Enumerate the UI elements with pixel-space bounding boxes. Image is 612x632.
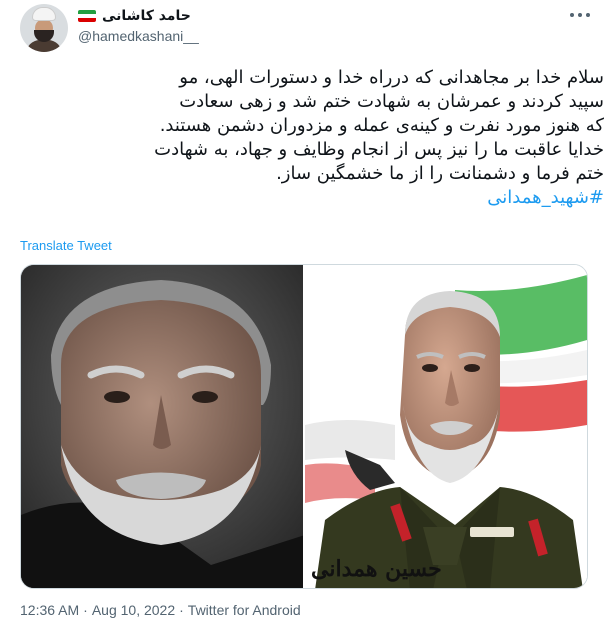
tweet-line: سپید کردند و عمرشان به شهادت ختم شد و زه… <box>179 91 604 112</box>
tweet-time[interactable]: 12:36 AM <box>20 602 79 618</box>
tweet-line: خدایا عاقبت ما را نیز پس از انجام وظایف … <box>154 139 604 160</box>
media-grid: حسین همدانی <box>20 264 588 589</box>
photo-signature: حسین همدانی <box>311 556 442 582</box>
portrait-left-image <box>21 265 303 588</box>
iran-flag-icon <box>78 10 96 22</box>
portrait-right-image <box>305 265 587 588</box>
more-horizontal-icon[interactable] <box>570 8 590 22</box>
tweet-date[interactable]: Aug 10, 2022 <box>92 602 175 618</box>
photo-left[interactable] <box>21 265 305 588</box>
tweet-line: ختم فرما و دشمنانت را از ما خشمگین ساز. <box>276 163 604 184</box>
tweet-line: که هنوز مورد نفرت و کینه‌ی عمله و مزدورا… <box>159 115 604 136</box>
hashtag-link[interactable]: #شهید_همدانی <box>487 187 604 208</box>
meta-separator: · <box>83 602 88 618</box>
meta-separator: · <box>179 602 184 618</box>
tweet-meta: 12:36 AM · Aug 10, 2022 · Twitter for An… <box>20 602 301 618</box>
avatar[interactable] <box>20 4 68 52</box>
translate-tweet-link[interactable]: Translate Tweet <box>20 238 112 253</box>
author-handle[interactable]: @hamedkashani__ <box>78 28 199 44</box>
author-name-row[interactable]: حامد کاشانی <box>78 6 191 26</box>
author-name[interactable]: حامد کاشانی <box>102 8 191 24</box>
tweet-source[interactable]: Twitter for Android <box>188 602 301 618</box>
tweet-text: سلام خدا بر مجاهدانی که درراه خدا و دستو… <box>20 66 604 210</box>
photo-right[interactable]: حسین همدانی <box>305 265 587 588</box>
tweet-card: حامد کاشانی @hamedkashani__ سلام خدا بر … <box>0 0 612 632</box>
tweet-line: سلام خدا بر مجاهدانی که درراه خدا و دستو… <box>179 67 604 88</box>
avatar-turban <box>32 7 56 21</box>
